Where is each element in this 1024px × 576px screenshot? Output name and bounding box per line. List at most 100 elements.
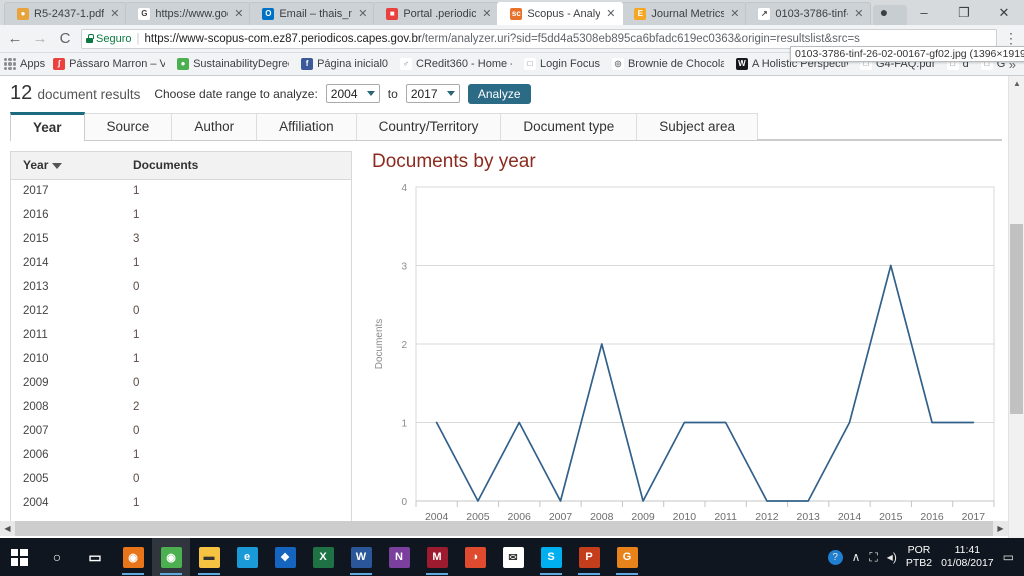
bookmark-item[interactable]: □ Login Focus <box>520 57 604 71</box>
tab-year[interactable]: Year <box>10 112 85 141</box>
back-icon[interactable]: ← <box>6 30 24 47</box>
sort-filter-icon[interactable] <box>52 163 63 170</box>
language-indicator[interactable]: POR PTB2 <box>906 544 932 570</box>
column-header-documents[interactable]: Documents <box>119 152 351 180</box>
column-header-year-label: Year <box>23 158 49 173</box>
network-icon[interactable]: ⛶ <box>869 550 877 565</box>
y-axis-tick-label: 2 <box>401 340 407 351</box>
analyze-content: Year Documents 2017 1 2016 1 2015 3 2014 1 2013 0… <box>0 141 1008 536</box>
vertical-scrollbar[interactable]: ▲ ▼ <box>1008 76 1024 550</box>
cell-year: 2011 <box>23 329 48 341</box>
language-line1: POR <box>907 544 931 556</box>
tab-close-icon[interactable]: ✕ <box>729 8 740 20</box>
apps-grid-icon[interactable] <box>4 58 16 70</box>
taskbar-messenger[interactable]: ◑ <box>456 538 494 576</box>
volume-icon[interactable]: ◂) <box>887 550 897 564</box>
address-url: https://www-scopus-com.ez87.periodicos.c… <box>144 33 859 45</box>
browser-tab[interactable]: Ghttps://www.goog ✕ <box>125 2 252 25</box>
action-center-icon[interactable]: ▭ <box>1003 550 1014 564</box>
scroll-up-arrow-icon[interactable]: ▲ <box>1009 76 1024 92</box>
taskbar-windows-defender[interactable]: ❖ <box>266 538 304 576</box>
taskbar-cortana-search[interactable]: ○ <box>38 538 76 576</box>
show-hidden-icons-chevron-icon[interactable]: ∧ <box>852 550 861 564</box>
excel-icon: X <box>312 546 334 568</box>
tab-close-icon[interactable]: ✕ <box>853 8 864 20</box>
table-row: 2005 0 <box>11 467 351 491</box>
bookmark-favicon: ʃ <box>53 58 66 70</box>
date-from-select[interactable]: 2004 <box>325 84 380 103</box>
profile-icon[interactable]: ● <box>864 0 904 25</box>
chrome-menu-icon[interactable]: ⋮ <box>1004 30 1018 47</box>
table-row: 2004 1 <box>11 491 351 515</box>
taskbar-onenote[interactable]: N <box>380 538 418 576</box>
tab-affiliation[interactable]: Affiliation <box>256 113 357 140</box>
results-count-label: document results <box>37 87 141 102</box>
bookmark-item[interactable]: ♂ CRedit360 - Home - <box>396 57 516 71</box>
cell-year: 2014 <box>23 257 49 269</box>
tab-subject-area[interactable]: Subject area <box>636 113 759 140</box>
minimize-button[interactable]: – <box>904 0 944 25</box>
bookmark-apps-label[interactable]: Apps <box>20 58 45 70</box>
bookmark-label: Brownie de Chocolat <box>627 58 724 70</box>
bookmark-label: SustainabilityDegree <box>193 58 290 70</box>
help-icon[interactable]: ? <box>827 549 843 565</box>
taskbar-skype[interactable]: S <box>532 538 570 576</box>
analyze-button[interactable]: Analyze <box>467 83 531 104</box>
tab-close-icon[interactable]: ✕ <box>481 8 492 20</box>
date-to-word: to <box>387 86 398 101</box>
browser-tab[interactable]: ■ Portal .periodicos ✕ <box>373 2 500 25</box>
scroll-right-arrow-icon[interactable]: ▶ <box>993 521 1008 536</box>
date-to-select[interactable]: 2017 <box>405 84 460 103</box>
cell-documents: 1 <box>133 497 140 509</box>
taskbar-gimp[interactable]: G <box>608 538 646 576</box>
browser-tab[interactable]: ● R5-2437-1.pdf ✕ <box>4 2 128 25</box>
taskbar-excel[interactable]: X <box>304 538 342 576</box>
tab-author[interactable]: Author <box>171 113 258 140</box>
bookmark-item[interactable]: ◎ Brownie de Chocolat <box>608 57 728 71</box>
bookmark-item[interactable]: ʃ Pássaro Marron – Ve <box>49 57 169 71</box>
browser-tab-title: 0103-3786-tinf-2 <box>775 8 849 20</box>
bookmark-item[interactable]: ● SustainabilityDegree <box>173 57 293 71</box>
tab-source[interactable]: Source <box>83 113 173 140</box>
column-header-year[interactable]: Year <box>11 152 119 180</box>
tab-country-territory[interactable]: Country/Territory <box>355 113 502 140</box>
firefox-icon: ◉ <box>122 546 144 568</box>
documents-by-year-line-chart: 012342004 2005 2006 2007 2008 2009 2010 2011 201… <box>374 183 995 523</box>
taskbar-mendeley[interactable]: M <box>418 538 456 576</box>
tab-close-icon[interactable]: ✕ <box>605 8 616 20</box>
bookmark-item[interactable]: f Página inicial0 <box>297 57 392 71</box>
browser-tab[interactable]: sc Scopus - Analyze ✕ <box>497 2 624 25</box>
browser-tab-title: Journal Metrics - <box>651 8 725 20</box>
taskbar-firefox[interactable]: ◉ <box>114 538 152 576</box>
browser-toolbar: ← → C Seguro | https://www-scopus-com.ez… <box>0 25 1024 62</box>
close-button[interactable]: ✕ <box>984 0 1024 25</box>
scroll-left-arrow-icon[interactable]: ◀ <box>0 521 15 536</box>
browser-tab[interactable]: ↗ 0103-3786-tinf-2 ✕ <box>745 2 872 25</box>
tab-close-icon[interactable]: ✕ <box>357 8 368 20</box>
vertical-scrollbar-thumb[interactable] <box>1010 224 1023 414</box>
taskbar-task-view[interactable]: ▭ <box>76 538 114 576</box>
horizontal-scrollbar[interactable]: ◀ ▶ <box>0 521 1008 536</box>
date-range-label: Choose date range to analyze: <box>154 86 318 101</box>
cell-documents: 3 <box>133 233 140 245</box>
browser-tab[interactable]: E Journal Metrics - ✕ <box>621 2 748 25</box>
tab-close-icon[interactable]: ✕ <box>233 8 244 20</box>
taskbar-start-button[interactable] <box>0 538 38 576</box>
maximize-button[interactable]: ❐ <box>944 0 984 25</box>
reload-icon[interactable]: C <box>56 30 74 47</box>
browser-tab[interactable]: O Email – thais_nunh ✕ <box>249 2 376 25</box>
taskbar-mail[interactable]: ✉ <box>494 538 532 576</box>
taskbar-file-explorer[interactable]: ▬ <box>190 538 228 576</box>
system-tray: ? ∧ ⛶ ◂) POR PTB2 11:41 01/08/2017 ▭ <box>827 544 1024 570</box>
forward-icon[interactable]: → <box>31 30 49 47</box>
tab-close-icon[interactable]: ✕ <box>109 8 120 20</box>
tab-document-type[interactable]: Document type <box>500 113 638 140</box>
cell-year: 2016 <box>23 209 49 221</box>
bookmark-favicon: W <box>735 58 748 70</box>
taskbar-internet-explorer[interactable]: e <box>228 538 266 576</box>
table-row: 2012 0 <box>11 299 351 323</box>
taskbar-word[interactable]: W <box>342 538 380 576</box>
taskbar-powerpoint[interactable]: P <box>570 538 608 576</box>
clock[interactable]: 11:41 01/08/2017 <box>941 544 994 570</box>
taskbar-chrome[interactable]: ◉ <box>152 538 190 576</box>
